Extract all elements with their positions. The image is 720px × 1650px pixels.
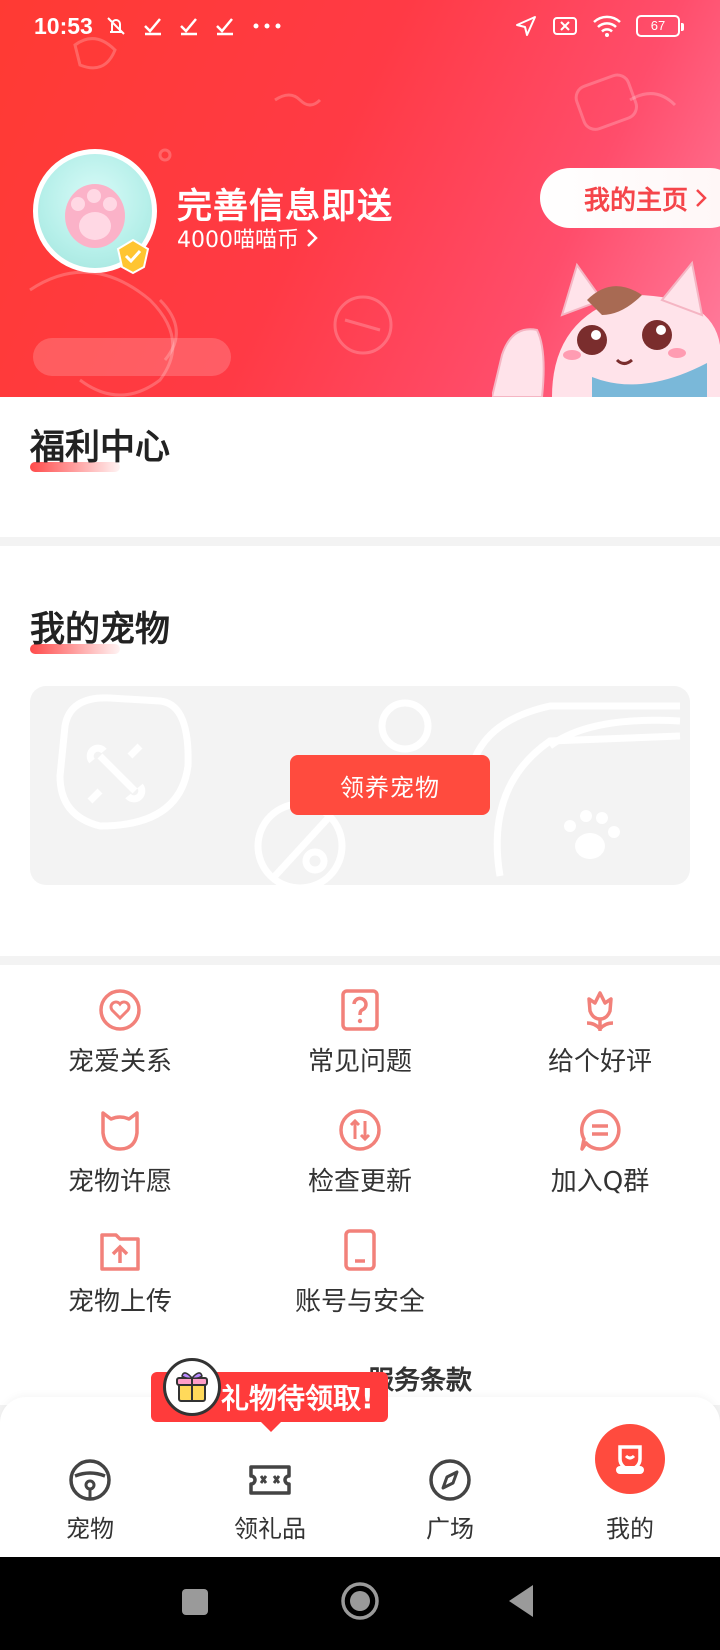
- recent-apps-button[interactable]: [180, 1587, 210, 1617]
- my-homepage-label: 我的主页: [584, 185, 689, 216]
- nav-tab-label: 广场: [426, 1515, 474, 1543]
- status-time: 10:53: [34, 13, 93, 39]
- welfare-section: 福利中心: [0, 397, 720, 537]
- gift-pending-text: 礼物待领取!: [221, 1382, 374, 1415]
- update-icon: [339, 1109, 381, 1151]
- compass-icon: [429, 1459, 471, 1501]
- check-icon: [144, 18, 161, 36]
- menu-item-pet-upload[interactable]: 宠物上传: [0, 1227, 240, 1318]
- menu-item-pet-wish[interactable]: 宠物许愿: [0, 1107, 240, 1198]
- cat-mascot-illustration: [492, 260, 720, 397]
- my-pets-title: 我的宠物: [30, 601, 170, 654]
- back-button[interactable]: [505, 1583, 537, 1619]
- menu-item-label: 宠物上传: [67, 1287, 172, 1317]
- heart-circle-icon: [99, 989, 141, 1031]
- chevron-right-icon: [696, 189, 707, 207]
- more-icon: [253, 23, 281, 29]
- upload-folder-icon: [100, 1233, 140, 1271]
- feature-menu: 宠爱关系 常见问题 给个好评 宠物许愿 检查更新 加入Q群 宠物上传 账号与安全: [0, 965, 720, 1405]
- home-button[interactable]: [340, 1581, 380, 1621]
- menu-item-pet-relations[interactable]: 宠爱关系: [0, 987, 240, 1078]
- menu-item-join-qq-group[interactable]: 加入Q群: [480, 1107, 720, 1198]
- vip-badge-icon: [116, 238, 150, 275]
- nav-tab-label: 领礼品: [234, 1515, 306, 1543]
- menu-item-account-security[interactable]: 账号与安全: [240, 1227, 480, 1318]
- my-pets-section: 我的宠物 领养宠物: [0, 546, 720, 956]
- nav-tab-label: 宠物: [66, 1515, 114, 1543]
- mute-icon: [107, 17, 125, 35]
- wifi-icon: [593, 15, 621, 37]
- profile-header: 10:53 67 完善信息即送 4000喵喵币 我的主页: [0, 0, 720, 397]
- promo-coins-text: 4000喵喵币: [177, 228, 299, 253]
- menu-item-check-update[interactable]: 检查更新: [240, 1107, 480, 1198]
- question-icon: [341, 989, 379, 1031]
- profile-icon: [616, 1445, 644, 1474]
- check-icon: [180, 18, 197, 36]
- menu-item-label: 给个好评: [547, 1047, 652, 1077]
- my-homepage-button[interactable]: 我的主页: [540, 168, 720, 228]
- nav-tab-square[interactable]: 广场: [360, 1397, 540, 1557]
- system-navigation-bar: [0, 1557, 720, 1650]
- welfare-title: 福利中心: [30, 419, 170, 472]
- avatar[interactable]: [33, 149, 157, 275]
- check-icon: [216, 18, 233, 36]
- flower-icon: [586, 991, 614, 1031]
- menu-item-label: 宠爱关系: [67, 1047, 172, 1077]
- phone-icon: [344, 1229, 376, 1271]
- menu-item-label: 宠物许愿: [67, 1167, 172, 1197]
- pet-empty-card: 领养宠物: [30, 686, 690, 885]
- menu-item-faq[interactable]: 常见问题: [240, 987, 480, 1078]
- cat-head-icon: [101, 1111, 139, 1151]
- nickname-placeholder: [33, 338, 231, 376]
- menu-item-label: 检查更新: [307, 1167, 412, 1197]
- nav-tab-label: 我的: [606, 1515, 654, 1543]
- nav-tab-mine-active-icon[interactable]: [595, 1424, 665, 1494]
- menu-item-label: 账号与安全: [294, 1287, 425, 1317]
- gift-ticket-icon: [249, 1465, 291, 1495]
- location-icon: [516, 16, 536, 36]
- gift-pending-tooltip[interactable]: 礼物待领取!: [151, 1358, 388, 1432]
- promo-coins-link[interactable]: 4000喵喵币: [177, 222, 319, 254]
- status-bar: 10:53 67: [0, 0, 720, 54]
- menu-item-label: 常见问题: [307, 1047, 412, 1077]
- menu-item-rate-us[interactable]: 给个好评: [480, 987, 720, 1078]
- adopt-pet-button[interactable]: 领养宠物: [290, 755, 490, 815]
- gift-box-icon: [163, 1358, 221, 1416]
- pet-icon: [69, 1459, 111, 1501]
- sim-off-icon: [553, 17, 577, 35]
- chat-icon: [580, 1109, 621, 1151]
- battery-icon: 67: [636, 15, 684, 37]
- chevron-right-icon: [307, 229, 318, 247]
- menu-item-label: 加入Q群: [550, 1167, 650, 1197]
